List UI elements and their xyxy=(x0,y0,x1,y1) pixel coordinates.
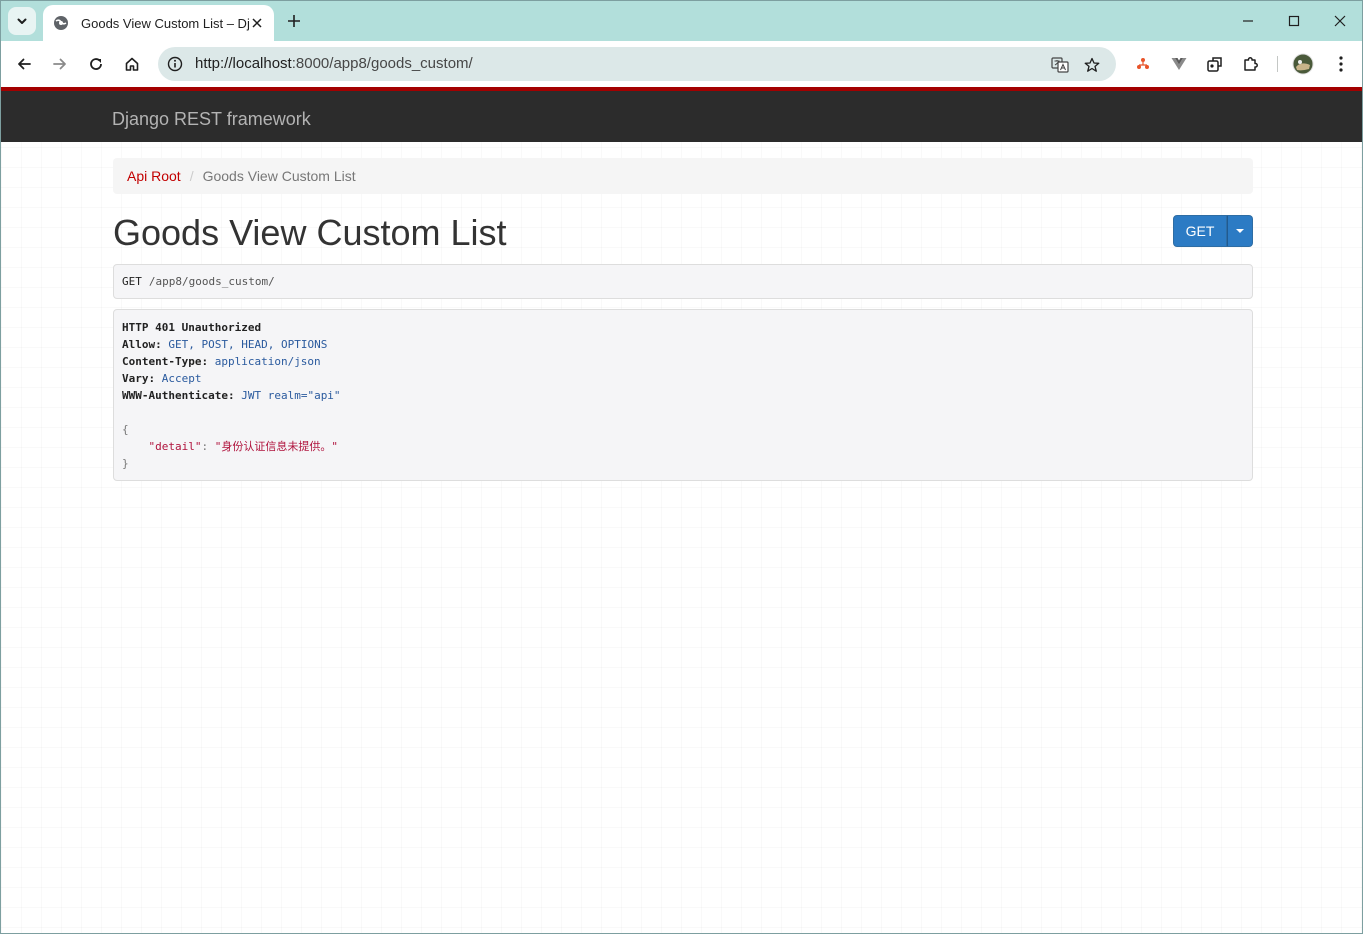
profile-avatar[interactable] xyxy=(1292,53,1314,75)
url-path: :8000/app8/goods_custom/ xyxy=(291,55,473,72)
breadcrumb-divider: / xyxy=(189,168,194,184)
translate-icon[interactable] xyxy=(1050,55,1070,75)
favicon-icon xyxy=(53,15,69,31)
tab-active[interactable]: Goods View Custom List – Dj xyxy=(43,5,274,41)
extension-icon[interactable] xyxy=(1240,53,1262,75)
extension-network-icon[interactable] xyxy=(1132,53,1154,75)
browser-window: Goods View Custom List – Dj http://local… xyxy=(0,0,1363,934)
url-text[interactable]: http://localhost:8000/app8/goods_custom/ xyxy=(195,55,473,72)
chevron-down-icon xyxy=(17,18,27,24)
get-format-dropdown[interactable] xyxy=(1227,215,1253,247)
header-name: Vary: xyxy=(122,372,156,385)
json-value: "身份认证信息未提供。" xyxy=(214,440,338,453)
request-method: GET xyxy=(122,275,142,288)
response-status: HTTP 401 Unauthorized xyxy=(122,321,262,334)
page-title: Goods View Custom List xyxy=(113,212,507,253)
json-close-brace: } xyxy=(122,457,129,470)
breadcrumb-api-root[interactable]: Api Root xyxy=(127,168,181,184)
request-info: GET /app8/goods_custom/ xyxy=(113,264,1253,299)
header-value: application/json xyxy=(214,355,321,368)
breadcrumb: Api Root / Goods View Custom List xyxy=(113,158,1253,194)
extension-vue-icon[interactable] xyxy=(1168,53,1190,75)
get-button-group: GET xyxy=(1173,215,1253,247)
json-key: "detail" xyxy=(148,440,202,453)
site-info-icon[interactable] xyxy=(166,55,184,73)
page-content: Django REST framework Api Root / Goods V… xyxy=(1,87,1362,933)
json-open-brace: { xyxy=(122,423,129,436)
brand-link[interactable]: Django REST framework xyxy=(112,109,311,130)
minimize-icon[interactable] xyxy=(1236,9,1260,33)
browser-toolbar: http://localhost:8000/app8/goods_custom/ xyxy=(1,41,1362,87)
close-icon[interactable] xyxy=(248,14,266,32)
window-close-icon[interactable] xyxy=(1328,9,1352,33)
header-name: Content-Type: xyxy=(122,355,209,368)
response-info: HTTP 401 Unauthorized Allow: GET, POST, … xyxy=(113,309,1253,481)
tab-strip: Goods View Custom List – Dj xyxy=(1,1,1362,41)
breadcrumb-current: Goods View Custom List xyxy=(202,168,356,184)
forward-icon[interactable] xyxy=(48,52,72,76)
toolbar-divider xyxy=(1277,56,1278,72)
star-icon[interactable] xyxy=(1082,55,1102,75)
header-value: JWT realm="api" xyxy=(241,389,341,402)
menu-icon[interactable] xyxy=(1330,53,1352,75)
header-name: Allow: xyxy=(122,338,162,351)
request-path: /app8/goods_custom/ xyxy=(148,275,275,288)
home-icon[interactable] xyxy=(120,52,144,76)
new-tab-icon[interactable] xyxy=(284,11,304,31)
caret-down-icon xyxy=(1236,229,1244,233)
header-name: WWW-Authenticate: xyxy=(122,389,235,402)
drf-navbar: Django REST framework xyxy=(1,87,1362,142)
header-value: GET, POST, HEAD, OPTIONS xyxy=(168,338,328,351)
reload-icon[interactable] xyxy=(84,52,108,76)
tab-title: Goods View Custom List – Dj xyxy=(81,15,250,31)
url-host: http://localhost xyxy=(195,55,292,72)
back-icon[interactable] xyxy=(12,52,36,76)
extension-puzzle-alt-icon[interactable] xyxy=(1204,53,1226,75)
json-colon: : xyxy=(201,440,215,453)
address-bar[interactable]: http://localhost:8000/app8/goods_custom/ xyxy=(158,47,1116,81)
tab-search-button[interactable] xyxy=(8,7,36,35)
maximize-icon[interactable] xyxy=(1282,9,1306,33)
header-value: Accept xyxy=(161,372,202,385)
get-button[interactable]: GET xyxy=(1173,215,1227,247)
